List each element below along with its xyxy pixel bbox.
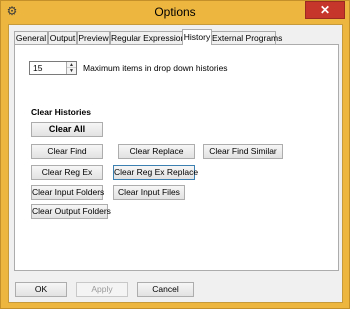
tab-output[interactable]: Output <box>48 31 77 44</box>
tab-preview[interactable]: Preview <box>77 31 110 44</box>
close-button[interactable]: ✕ <box>305 1 345 19</box>
clear-all-button[interactable]: Clear All <box>31 122 103 137</box>
clear-reg-ex-button[interactable]: Clear Reg Ex <box>31 165 103 180</box>
history-panel: ▲ ▼ Maximum items in drop down histories… <box>14 44 339 271</box>
max-items-input[interactable] <box>30 62 66 74</box>
clear-reg-ex-replace-button[interactable]: Clear Reg Ex Replace <box>113 165 198 180</box>
options-window: ⚙ Options ✕ General Output Preview Regul… <box>0 0 350 309</box>
spin-down-icon[interactable]: ▼ <box>67 68 76 74</box>
clear-find-similar-button[interactable]: Clear Find Similar <box>203 144 283 159</box>
clear-input-files-button[interactable]: Clear Input Files <box>113 185 185 200</box>
max-items-spinner[interactable]: ▲ ▼ <box>29 61 77 75</box>
clear-find-button[interactable]: Clear Find <box>31 144 103 159</box>
cancel-button[interactable]: Cancel <box>137 282 194 297</box>
window-title: Options <box>154 5 196 19</box>
tab-external-programs[interactable]: External Programs <box>211 31 282 44</box>
spinner-buttons: ▲ ▼ <box>66 62 76 74</box>
clear-input-folders-button[interactable]: Clear Input Folders <box>31 185 104 200</box>
title-bar[interactable]: ⚙ Options ✕ <box>1 1 349 23</box>
apply-button[interactable]: Apply <box>76 282 128 297</box>
tab-regular-expressions[interactable]: Regular Expressions <box>110 31 189 44</box>
tab-history[interactable]: History <box>182 29 212 45</box>
ok-button[interactable]: OK <box>15 282 67 297</box>
clear-replace-button[interactable]: Clear Replace <box>118 144 195 159</box>
close-icon: ✕ <box>319 3 331 17</box>
clear-histories-heading: Clear Histories <box>31 107 91 117</box>
max-items-label: Maximum items in drop down histories <box>83 63 228 73</box>
dialog-body: General Output Preview Regular Expressio… <box>8 24 343 303</box>
clear-output-folders-button[interactable]: Clear Output Folders <box>31 204 111 219</box>
tab-general[interactable]: General <box>14 31 48 44</box>
